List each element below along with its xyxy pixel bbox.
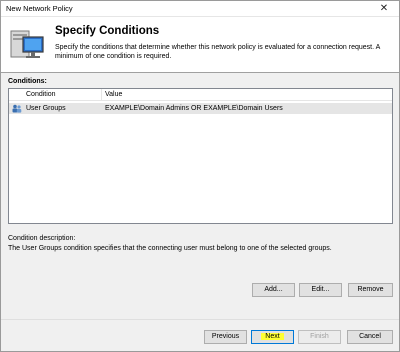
condition-cell: User Groups xyxy=(26,104,66,112)
conditions-label: Conditions: xyxy=(8,78,47,85)
value-cell: EXAMPLE\Domain Admins OR EXAMPLE\Domain … xyxy=(105,104,283,112)
new-network-policy-window: New Network Policy ✕ Specify Conditions … xyxy=(0,0,400,352)
cancel-button[interactable]: Cancel xyxy=(347,330,393,344)
next-button[interactable]: Next xyxy=(251,330,294,344)
page-title: Specify Conditions xyxy=(55,25,160,37)
column-divider[interactable] xyxy=(101,89,102,101)
page-description: Specify the conditions that determine wh… xyxy=(55,44,380,60)
table-row[interactable]: User Groups EXAMPLE\Domain Admins OR EXA… xyxy=(9,103,392,114)
window-title: New Network Policy xyxy=(6,4,73,13)
title-bar: New Network Policy ✕ xyxy=(1,1,399,17)
column-header-condition[interactable]: Condition xyxy=(26,91,56,98)
finish-button[interactable]: Finish xyxy=(298,330,341,344)
previous-button[interactable]: Previous xyxy=(204,330,247,344)
wizard-header: Specify Conditions Specify the condition… xyxy=(1,17,399,73)
remove-button[interactable]: Remove xyxy=(348,283,393,297)
list-header: Condition Value xyxy=(9,89,392,101)
condition-description-label: Condition description: xyxy=(8,235,76,242)
conditions-list[interactable]: Condition Value User Groups EXAMPLE\Doma… xyxy=(8,88,393,224)
user-group-icon xyxy=(12,104,22,113)
condition-description-text: The User Groups condition specifies that… xyxy=(8,245,332,252)
next-button-label: Next xyxy=(261,333,284,340)
column-header-value[interactable]: Value xyxy=(105,91,122,98)
footer-divider xyxy=(1,319,399,320)
edit-button[interactable]: Edit... xyxy=(299,283,342,297)
add-button[interactable]: Add... xyxy=(252,283,295,297)
computer-icon xyxy=(10,30,44,58)
close-icon[interactable]: ✕ xyxy=(373,1,395,16)
